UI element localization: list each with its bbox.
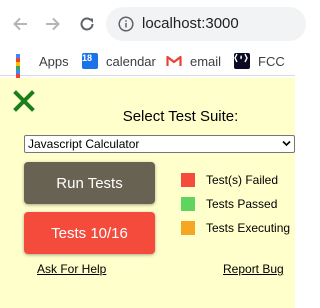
legend-passed: Tests Passed xyxy=(181,196,277,212)
passed-swatch xyxy=(181,197,195,211)
gmail-icon xyxy=(166,53,182,69)
test-suite-panel: Select Test Suite: Javascript Calculator… xyxy=(0,78,295,308)
executing-swatch xyxy=(181,221,195,235)
forward-arrow-icon[interactable] xyxy=(42,13,64,35)
bookmark-label: email xyxy=(190,53,222,69)
apps-grid-icon xyxy=(15,53,31,90)
failed-swatch xyxy=(181,173,195,187)
legend-label: Tests Passed xyxy=(206,197,278,211)
suite-select-value: Javascript Calculator xyxy=(28,137,140,151)
browser-toolbar: localhost:3000 xyxy=(0,0,306,46)
info-icon[interactable] xyxy=(118,16,134,32)
legend-executing: Tests Executing xyxy=(181,220,290,236)
calendar-icon: 18 xyxy=(82,53,98,69)
bookmark-label: FCC xyxy=(258,53,285,69)
chevron-down-icon xyxy=(282,140,291,147)
tests-result-button[interactable]: Tests 10/16 xyxy=(24,212,155,254)
bookmark-calendar[interactable]: 18 calendar xyxy=(82,52,156,70)
legend-label: Test(s) Failed xyxy=(206,173,279,187)
address-bar[interactable]: localhost:3000 xyxy=(106,7,306,41)
back-arrow-icon[interactable] xyxy=(9,13,31,35)
ask-for-help-link[interactable]: Ask For Help xyxy=(37,262,106,276)
run-tests-button[interactable]: Run Tests xyxy=(24,162,155,204)
bookmark-apps[interactable]: Apps xyxy=(15,52,69,90)
freecodecamp-icon xyxy=(234,53,250,69)
report-bug-link[interactable]: Report Bug xyxy=(223,262,284,276)
bookmark-email[interactable]: email xyxy=(166,52,221,70)
legend-failed: Test(s) Failed xyxy=(181,172,278,188)
bookmark-label: calendar xyxy=(106,53,156,69)
bookmark-label: Apps xyxy=(39,53,69,69)
suite-title: Select Test Suite: xyxy=(122,108,239,125)
bookmark-fcc[interactable]: FCC xyxy=(234,52,285,70)
legend-label: Tests Executing xyxy=(206,221,291,235)
suite-select[interactable]: Javascript Calculator xyxy=(24,135,295,153)
reload-icon[interactable] xyxy=(76,13,98,35)
bookmarks-bar: Apps 18 calendar email FCC xyxy=(0,46,295,90)
url-text: localhost:3000 xyxy=(142,15,239,32)
